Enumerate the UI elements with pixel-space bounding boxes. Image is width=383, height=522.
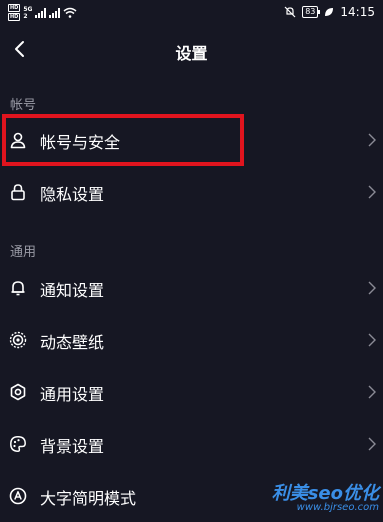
clock: 14:15: [340, 5, 375, 19]
mute-bell-icon: [284, 6, 296, 18]
nav-bar: 设置: [0, 26, 383, 72]
chevron-right-icon: [368, 185, 376, 199]
settings-item-privacy[interactable]: 隐私设置: [0, 166, 383, 218]
status-bar: HD HD 5G 2 83 14:15: [0, 0, 383, 26]
battery-indicator: 83: [302, 6, 321, 18]
wifi-icon: [63, 7, 77, 18]
status-left: HD HD 5G 2: [8, 4, 77, 21]
chevron-right-icon: [368, 133, 376, 147]
chevron-right-icon: [368, 437, 376, 451]
settings-item-label: 动态壁纸: [40, 333, 105, 352]
chevron-right-icon: [368, 281, 376, 295]
chevron-right-icon: [368, 333, 376, 347]
gear-icon: [8, 382, 28, 402]
section-header-account: 帐号: [10, 98, 37, 113]
settings-item-background[interactable]: 背景设置: [0, 418, 383, 470]
bell-icon: [8, 278, 28, 298]
settings-item-label: 通知设置: [40, 281, 105, 300]
lock-icon: [8, 182, 28, 202]
settings-item-label: 通用设置: [40, 385, 105, 404]
highlight-annotation-box: [2, 114, 244, 166]
watermark: 利美seo优化 www.bjrseo.com: [272, 485, 379, 513]
watermark-url: www.bjrseo.com: [296, 502, 379, 513]
status-right: 83 14:15: [284, 5, 375, 19]
palette-icon: [8, 434, 28, 454]
settings-item-label: 背景设置: [40, 437, 105, 456]
network-type-2: 2: [23, 12, 28, 20]
watermark-title: 利美seo优化: [271, 483, 379, 504]
large-font-icon: [8, 486, 28, 506]
network-type-1: 5G: [23, 5, 33, 13]
hd-badge-2: HD: [8, 13, 21, 21]
settings-item-dynamic-wallpaper[interactable]: 动态壁纸: [0, 314, 383, 366]
settings-item-general[interactable]: 通用设置: [0, 366, 383, 418]
signal-icon-2: [49, 7, 61, 18]
hd-indicators: HD HD: [8, 4, 21, 21]
network-type: 5G 2: [23, 6, 32, 20]
page-title: 设置: [175, 44, 208, 63]
signal-icon: [35, 7, 47, 18]
section-header-general: 通用: [10, 245, 37, 260]
dynamic-wallpaper-icon: [8, 330, 28, 350]
settings-item-notifications[interactable]: 通知设置: [0, 262, 383, 314]
hd-badge-1: HD: [8, 4, 21, 12]
settings-item-label: 隐私设置: [40, 185, 105, 204]
settings-item-label: 大字简明模式: [40, 489, 137, 508]
chevron-right-icon: [368, 385, 376, 399]
leaf-icon: [325, 8, 334, 16]
